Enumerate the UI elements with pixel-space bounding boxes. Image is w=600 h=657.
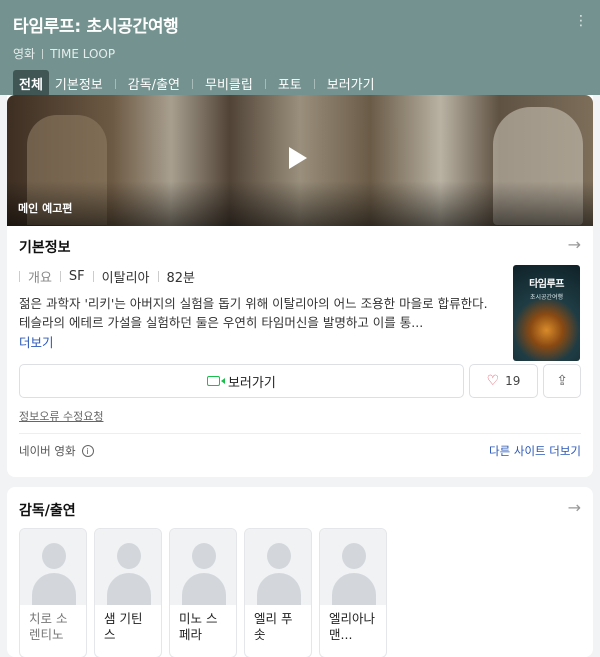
- page-title: 타임루프: 초시공간여행: [13, 17, 179, 37]
- share-icon: ⇪: [556, 373, 568, 389]
- other-sites-link[interactable]: 다른 사이트 더보기: [489, 443, 581, 459]
- like-button[interactable]: ♡ 19: [468, 364, 539, 398]
- source-footer: 네이버 영화 i 다른 사이트 더보기: [19, 443, 581, 459]
- watch-label: 보러가기: [227, 375, 276, 391]
- tab-clips[interactable]: 무비클립: [199, 70, 259, 97]
- meta-label: 개요: [28, 271, 52, 286]
- category-label: 영화: [13, 47, 36, 61]
- divider: [59, 271, 61, 282]
- source-label: 네이버 영화 i: [19, 443, 94, 459]
- source-name: 네이버 영화: [19, 444, 76, 458]
- watch-button[interactable]: 보러가기: [19, 364, 464, 398]
- heart-icon: ♡: [486, 373, 500, 389]
- more-vertical-icon[interactable]: ⋮: [574, 14, 588, 28]
- cast-member[interactable]: 엘리 푸솟: [244, 528, 312, 657]
- more-link[interactable]: 더보기: [19, 332, 581, 351]
- tab-basic-info[interactable]: 기본정보: [49, 70, 109, 97]
- cast-name: 치로 소렌티노: [29, 611, 68, 642]
- avatar: [245, 529, 311, 605]
- divider: [313, 78, 315, 89]
- subtitle-row: 영화 TIME LOOP: [13, 45, 587, 62]
- arrow-right-icon[interactable]: →: [568, 235, 581, 254]
- report-error-link[interactable]: 정보오류 수정요청: [19, 408, 581, 424]
- section-title: 기본정보: [19, 240, 71, 256]
- action-row: 보러가기 ♡ 19 ⇪: [19, 364, 581, 398]
- video-camera-icon: [206, 376, 225, 386]
- video-caption: 메인 예고편: [18, 202, 73, 215]
- tab-photo[interactable]: 포토: [272, 70, 308, 97]
- cast-member[interactable]: 미노 스페라: [169, 528, 237, 657]
- runtime: 82분: [166, 271, 196, 286]
- divider: [42, 48, 44, 59]
- divider: [19, 433, 581, 434]
- movie-poster[interactable]: 타임루프 초시공간여행: [513, 265, 580, 361]
- avatar: [95, 529, 161, 605]
- cast-list: 치로 소렌티노 샘 기틴스 미노 스페라 엘리 푸솟 엘리아나 맨...: [19, 528, 387, 657]
- tab-bar: 전체 기본정보 감독/출연 무비클립 포토 보러가기: [13, 70, 587, 97]
- trailer-video[interactable]: 메인 예고편: [7, 95, 593, 226]
- cast-member[interactable]: 치로 소렌티노: [19, 528, 87, 657]
- cast-name: 엘리아나 맨...: [329, 611, 376, 642]
- section-title: 감독/출연: [19, 503, 76, 519]
- tab-all[interactable]: 전체: [13, 70, 49, 97]
- divider: [19, 271, 20, 282]
- tab-watch[interactable]: 보러가기: [321, 70, 381, 97]
- cast-member[interactable]: 엘리아나 맨...: [319, 528, 387, 657]
- country: 이탈리아: [101, 271, 150, 286]
- synopsis: 젊은 과학자 '리키'는 아버지의 실험을 돕기 위해 이탈리아의 어느 조용한…: [19, 296, 488, 330]
- divider: [92, 271, 94, 282]
- divider: [157, 271, 159, 282]
- poster-title: 타임루프: [529, 279, 564, 290]
- play-icon[interactable]: [289, 147, 307, 169]
- cast-name: 샘 기틴스: [104, 611, 143, 642]
- avatar: [170, 529, 236, 605]
- arrow-right-icon[interactable]: →: [568, 498, 581, 517]
- poster-subtitle: 초시공간여행: [529, 294, 564, 301]
- tab-cast[interactable]: 감독/출연: [122, 70, 186, 97]
- cast-member[interactable]: 샘 기틴스: [94, 528, 162, 657]
- cast-name: 엘리 푸솟: [254, 611, 293, 642]
- divider: [192, 78, 193, 89]
- divider: [114, 78, 116, 89]
- meta-row: 개요 SF 이탈리아 82분: [19, 267, 581, 286]
- basic-info-card: 메인 예고편 기본정보 → 개요 SF 이탈리아 82분 젊은 과학자 '리키'…: [7, 95, 593, 477]
- info-icon[interactable]: i: [81, 445, 94, 457]
- divider: [264, 78, 266, 89]
- genre: SF: [68, 269, 85, 284]
- info-section: 기본정보 → 개요 SF 이탈리아 82분 젊은 과학자 '리키'는 아버지의 …: [7, 226, 593, 351]
- like-count: 19: [505, 374, 521, 388]
- header: 타임루프: 초시공간여행 ⋮ 영화 TIME LOOP 전체 기본정보 감독/출…: [0, 0, 600, 97]
- avatar: [320, 529, 386, 605]
- share-button[interactable]: ⇪: [543, 364, 581, 398]
- cast-card: 감독/출연 → 치로 소렌티노 샘 기틴스 미노 스페라 엘리 푸솟 엘리아나 …: [7, 487, 593, 657]
- avatar: [20, 529, 86, 605]
- cast-name: 미노 스페라: [179, 611, 218, 642]
- english-title: TIME LOOP: [50, 46, 116, 61]
- video-shade: [7, 181, 593, 226]
